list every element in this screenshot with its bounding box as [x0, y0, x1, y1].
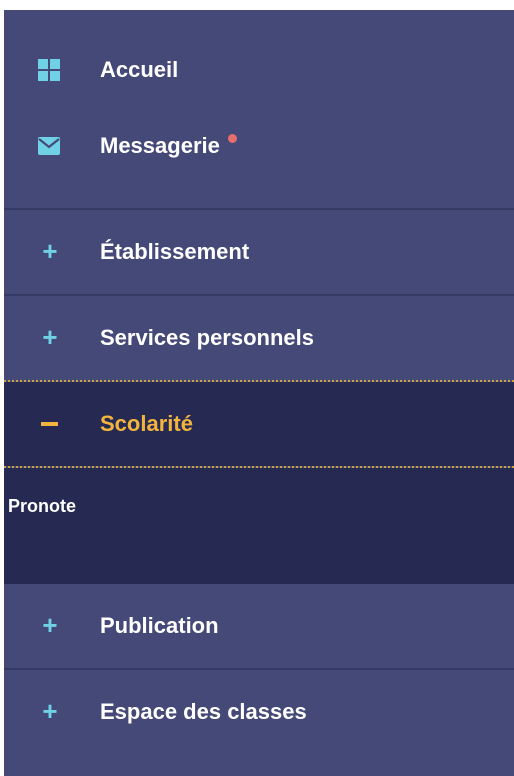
section-publication[interactable]: + Publication — [4, 584, 514, 668]
menu-item-label: Accueil — [100, 57, 179, 82]
expand-plus-icon: + — [42, 695, 58, 726]
section-espace-des-classes[interactable]: + Espace des classes — [4, 670, 514, 754]
menu-item-messagerie[interactable]: Messagerie — [4, 126, 514, 166]
section-label: Scolarité — [100, 411, 193, 436]
expand-plus-icon: + — [42, 321, 58, 352]
menu-item-label: Messagerie — [100, 133, 237, 159]
section-label: Services personnels — [100, 325, 315, 350]
sidebar-menu: Accueil Messagerie + Établissement + Ser… — [4, 10, 514, 776]
section-label: Établissement — [100, 239, 250, 264]
menu-item-accueil[interactable]: Accueil — [4, 50, 514, 90]
section-scolarite[interactable]: Scolarité — [4, 382, 514, 466]
envelope-icon — [38, 135, 60, 157]
expand-plus-icon: + — [42, 609, 58, 640]
submenu-item-pronote[interactable]: Pronote — [8, 496, 76, 517]
section-label: Espace des classes — [100, 699, 307, 724]
section-services-personnels[interactable]: + Services personnels — [4, 296, 514, 380]
section-etablissement[interactable]: + Établissement — [4, 210, 514, 294]
expand-plus-icon: + — [42, 235, 58, 266]
section-label: Publication — [100, 613, 219, 638]
scolarite-submenu: Pronote — [4, 468, 514, 584]
collapse-minus-icon — [41, 422, 58, 426]
grid-icon — [38, 59, 60, 81]
notification-dot — [227, 134, 237, 143]
